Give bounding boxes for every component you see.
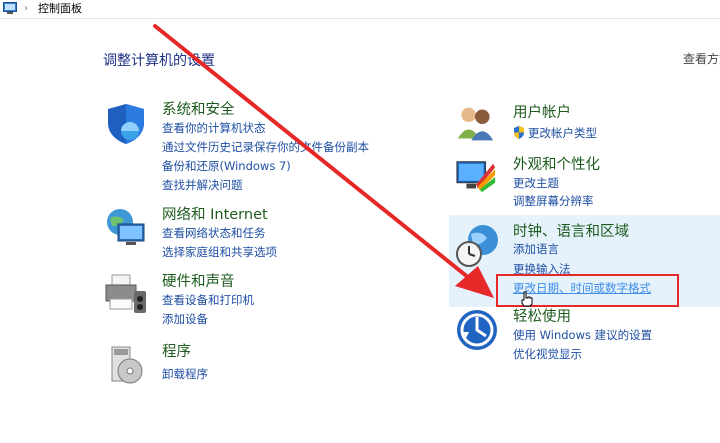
control-panel-icon <box>3 2 17 14</box>
link-recommended-settings[interactable]: 使用 Windows 建议的设置 <box>513 328 652 343</box>
printer-icon <box>105 274 146 313</box>
link-change-account-type[interactable]: 更改帐户类型 <box>528 126 597 141</box>
category-appearance: 外观和个性化 更改主题 调整屏幕分辨率 <box>455 156 715 212</box>
appearance-icon <box>456 161 496 193</box>
category-title-network[interactable]: 网络和 Internet <box>162 206 268 224</box>
link-add-device[interactable]: 添加设备 <box>162 312 208 327</box>
category-programs: 程序 卸载程序 <box>104 343 424 387</box>
category-title-clock[interactable]: 时钟、语言和区域 <box>513 223 629 241</box>
category-title-ease[interactable]: 轻松使用 <box>513 308 571 326</box>
network-globe-icon <box>107 209 145 245</box>
breadcrumb-separator: › <box>24 3 28 14</box>
uac-shield-icon <box>514 126 524 139</box>
link-network-status[interactable]: 查看网络状态和任务 <box>162 226 266 241</box>
ease-of-access-icon <box>457 310 497 350</box>
category-system-security: 系统和安全 查看你的计算机状态 通过文件历史记录保存你的文件备份副本 备份和还原… <box>104 101 424 193</box>
link-file-history[interactable]: 通过文件历史记录保存你的文件备份副本 <box>162 140 369 155</box>
category-title-users[interactable]: 用户帐户 <box>513 104 571 122</box>
hand-cursor-icon <box>521 291 533 307</box>
link-backup-restore[interactable]: 备份和还原(Windows 7) <box>162 159 291 174</box>
category-user-accounts: 用户帐户 更改帐户类型 <box>455 104 715 144</box>
shield-icon <box>108 104 144 144</box>
clock-globe-icon <box>456 225 498 267</box>
category-title-hardware[interactable]: 硬件和声音 <box>162 273 235 291</box>
category-title-programs[interactable]: 程序 <box>162 343 191 361</box>
link-optimize-display[interactable]: 优化视觉显示 <box>513 347 582 362</box>
link-troubleshoot[interactable]: 查找并解决问题 <box>162 178 243 193</box>
category-hardware-sound: 硬件和声音 查看设备和打印机 添加设备 <box>104 273 424 329</box>
breadcrumb-control-panel[interactable]: 控制面板 <box>38 0 82 18</box>
view-by-label: 查看方式： <box>683 52 720 66</box>
category-title-appearance[interactable]: 外观和个性化 <box>513 156 600 174</box>
page-title: 调整计算机的设置 <box>103 53 215 69</box>
category-ease-of-access: 轻松使用 使用 Windows 建议的设置 优化视觉显示 <box>455 308 715 364</box>
link-devices-printers[interactable]: 查看设备和打印机 <box>162 293 254 308</box>
programs-icon <box>111 346 143 384</box>
category-title-system[interactable]: 系统和安全 <box>162 101 235 119</box>
category-network: 网络和 Internet 查看网络状态和任务 选择家庭组和共享选项 <box>104 206 424 262</box>
users-icon <box>457 107 494 141</box>
link-change-theme[interactable]: 更改主题 <box>513 176 559 191</box>
link-view-computer-status[interactable]: 查看你的计算机状态 <box>162 121 266 136</box>
address-bar[interactable]: › 控制面板 <box>0 0 720 19</box>
link-screen-resolution[interactable]: 调整屏幕分辨率 <box>513 194 594 209</box>
link-homegroup[interactable]: 选择家庭组和共享选项 <box>162 245 277 260</box>
link-add-language[interactable]: 添加语言 <box>513 242 559 257</box>
link-uninstall[interactable]: 卸载程序 <box>162 367 208 382</box>
